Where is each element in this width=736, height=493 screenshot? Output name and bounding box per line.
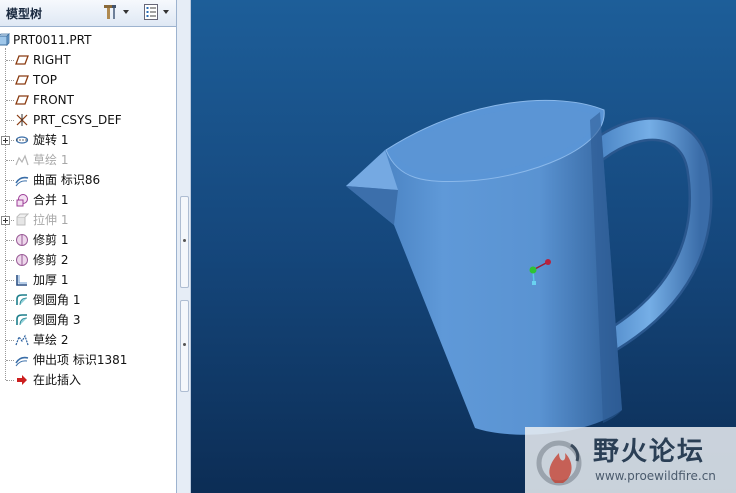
protrusion-icon [15,356,29,367]
revolve-icon [15,136,29,144]
tree-item-label: FRONT [33,93,74,107]
tree-item-label: 修剪 1 [33,233,69,247]
tree-item-label: 草绘 1 [33,153,69,167]
datum-plane-icon [15,75,29,85]
tree-item-label: 拉伸 1 [33,213,69,227]
graphics-viewport[interactable] [191,0,736,493]
model-tree-title: 模型树 [6,7,43,21]
tree-item-merge[interactable]: 合并 1 [0,190,176,210]
merge-icon [16,194,28,207]
tree-item-label: 伸出项 标识1381 [33,353,128,367]
part-icon [0,33,10,46]
panel-splitter[interactable] [177,0,191,493]
tree-item-label: 倒圆角 3 [33,313,81,327]
splitter-grip-lower[interactable] [180,300,189,392]
tree-item-round-1[interactable]: 倒圆角 1 [0,290,176,310]
forum-watermark: 野火论坛 www.proewildfire.cn [525,427,736,493]
trim-icon [16,254,28,266]
tree-item-label: RIGHT [33,53,71,67]
tree-item-label: PRT0011.PRT [13,33,92,47]
flame-logo-icon [536,440,582,486]
tree-item-trim-2[interactable]: 修剪 2 [0,250,176,270]
watermark-url: www.proewildfire.cn [595,469,716,483]
pitcher-model [346,99,713,435]
tree-item-round-3[interactable]: 倒圆角 3 [0,310,176,330]
show-dropdown-button[interactable] [142,2,169,22]
tree-item-label: 修剪 2 [33,253,69,267]
tree-item-top-plane[interactable]: TOP [0,70,176,90]
tree-item-trim-1[interactable]: 修剪 1 [0,230,176,250]
tree-item-label: 草绘 2 [33,333,69,347]
model-tree-header: 模型树 [0,0,176,27]
tree-item-csys[interactable]: PRT_CSYS_DEF [0,110,176,130]
splitter-grip-upper[interactable] [180,196,189,288]
datum-plane-icon [15,95,29,105]
insert-here-arrow-icon [17,375,27,385]
sketch-icon [15,154,29,166]
tree-item-label: 合并 1 [33,193,69,207]
round-icon [16,294,28,306]
round-icon [16,314,28,326]
sketch-icon [15,334,29,346]
surface-icon [15,176,29,187]
datum-plane-icon [15,55,29,65]
tree-item-label: 加厚 1 [33,273,69,287]
tree-item-label: TOP [33,73,58,87]
model-tree: PRT0011.PRT RIGHT TOP FRONT PRT_CSYS_DEF… [0,30,176,390]
thicken-icon [16,275,27,286]
tree-item-label: 倒圆角 1 [33,293,81,307]
tree-item-protrusion[interactable]: 伸出项 标识1381 [0,350,176,370]
tree-item-part[interactable]: PRT0011.PRT [0,30,176,50]
extrude-icon [16,213,29,226]
tree-item-label: 曲面 标识86 [33,173,101,187]
tree-item-label: 在此插入 [33,373,82,387]
settings-dropdown-button[interactable] [102,2,129,22]
tree-item-insert-here[interactable]: 在此插入 [0,370,176,390]
tree-item-sketch-2[interactable]: 草绘 2 [0,330,176,350]
tree-item-surface[interactable]: 曲面 标识86 [0,170,176,190]
watermark-title: 野火论坛 [593,437,706,467]
trim-icon [16,234,28,246]
tree-item-sketch-1[interactable]: 草绘 1 [0,150,176,170]
tree-item-revolve[interactable]: 旋转 1 [0,130,176,150]
coordinate-system-icon [16,114,28,126]
tree-item-label: PRT_CSYS_DEF [33,113,122,127]
model-tree-panel: 模型树 PRT0011.PRT RIGHT TOP FRONT PRT_CSYS… [0,0,177,493]
tree-item-right-plane[interactable]: RIGHT [0,50,176,70]
tools-icon [104,5,116,19]
tree-item-label: 旋转 1 [33,133,69,147]
tree-item-front-plane[interactable]: FRONT [0,90,176,110]
list-icon [144,4,158,20]
tree-item-thicken[interactable]: 加厚 1 [0,270,176,290]
tree-item-extrude[interactable]: 拉伸 1 [0,210,176,230]
